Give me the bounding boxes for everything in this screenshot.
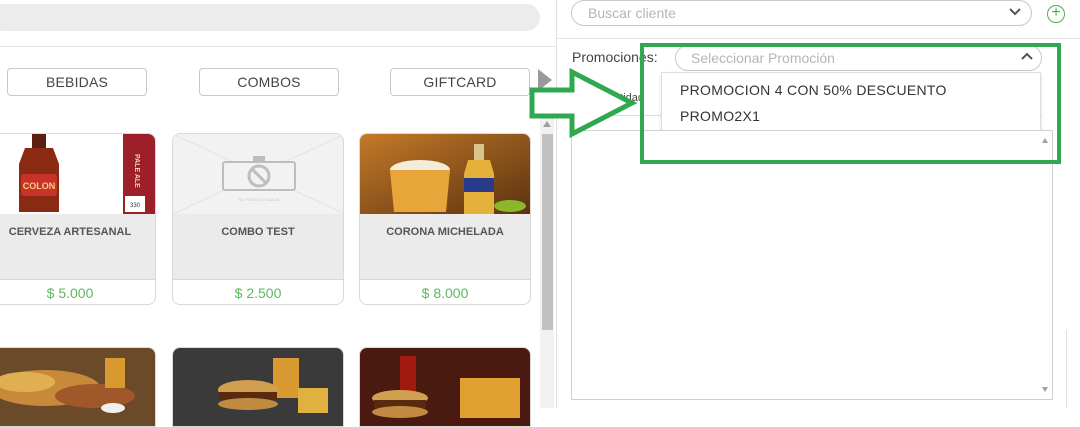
product-search-bar[interactable]	[0, 4, 540, 31]
divider	[0, 46, 556, 47]
product-card[interactable]	[0, 347, 156, 427]
side-label: PALE ALE	[133, 154, 140, 188]
scrollbar-thumb[interactable]	[542, 134, 553, 330]
panel-divider	[556, 0, 557, 408]
product-image	[360, 348, 530, 426]
product-price: $ 8.000	[360, 279, 530, 304]
category-button-giftcard[interactable]: GIFTCARD	[390, 68, 530, 96]
product-price: $ 2.500	[173, 279, 343, 304]
product-card[interactable]: NO PRODUCT IMAGE COMBO TEST $ 2.500	[172, 133, 344, 305]
product-image: COLON PALE ALE 330	[0, 134, 155, 214]
product-image	[173, 348, 343, 426]
plus-circle-icon: +	[1051, 4, 1061, 21]
highlight-box	[640, 43, 1061, 164]
chevron-down-icon	[1009, 1, 1021, 25]
product-name: CORONA MICHELADA	[360, 214, 530, 279]
product-name: CERVEZA ARTESANAL	[0, 214, 155, 279]
product-price: $ 5.000	[0, 279, 155, 304]
product-card[interactable]	[359, 347, 531, 427]
client-search-placeholder: Buscar cliente	[588, 5, 676, 21]
bottle-label: COLON	[23, 181, 56, 191]
product-card[interactable]: CORONA MICHELADA $ 8.000	[359, 133, 531, 305]
category-button-bebidas[interactable]: BEBIDAS	[7, 68, 147, 96]
divider	[557, 38, 1080, 39]
product-image	[360, 134, 530, 214]
order-detail-box[interactable]	[571, 130, 1053, 400]
product-name: COMBO TEST	[173, 214, 343, 279]
arrow-right-icon	[529, 68, 638, 138]
add-client-button[interactable]: +	[1047, 5, 1065, 23]
placeholder-caption: NO PRODUCT IMAGE	[239, 197, 280, 202]
product-card[interactable]: COLON PALE ALE 330 CERVEZA ARTESANAL $ 5…	[0, 133, 156, 305]
scroll-down-icon[interactable]	[1042, 387, 1048, 392]
product-card[interactable]	[172, 347, 344, 427]
category-button-combos[interactable]: COMBOS	[199, 68, 339, 96]
placeholder-image: NO PRODUCT IMAGE	[173, 134, 343, 214]
product-image	[0, 348, 155, 426]
divider	[1066, 330, 1067, 408]
client-search-select[interactable]: Buscar cliente	[571, 0, 1032, 26]
side-volume: 330	[130, 203, 141, 209]
